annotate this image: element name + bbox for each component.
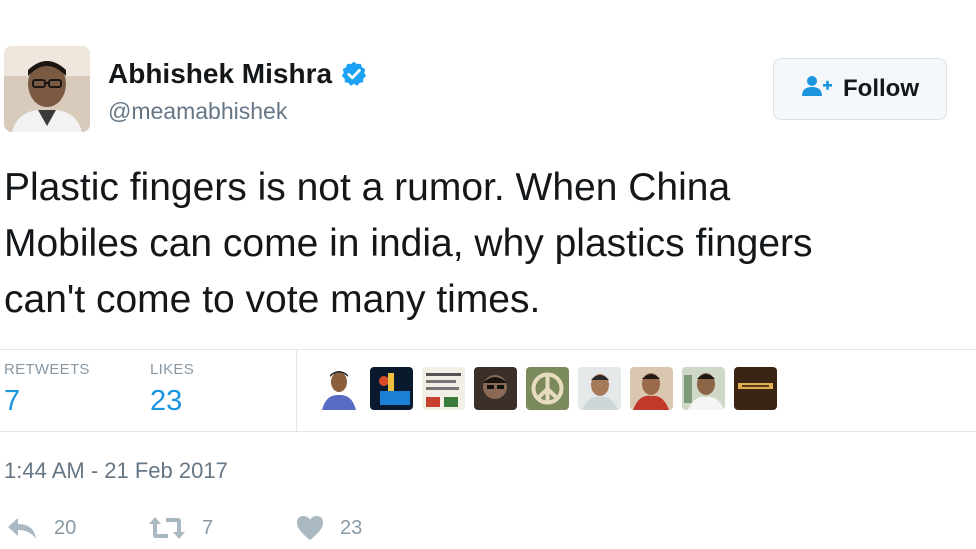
- reply-action[interactable]: 20: [6, 515, 76, 541]
- liker-avatar[interactable]: [370, 367, 413, 410]
- reply-count: 20: [54, 516, 77, 539]
- liker-avatar[interactable]: [474, 367, 517, 410]
- liker-avatar[interactable]: [578, 367, 621, 410]
- liker-avatar[interactable]: [318, 367, 361, 410]
- divider: [0, 349, 976, 350]
- user-handle[interactable]: @meamabhishek: [108, 98, 287, 125]
- retweet-count: 7: [202, 516, 214, 539]
- divider: [296, 349, 297, 431]
- likes-label: LIKES: [150, 361, 195, 378]
- retweet-icon: [148, 515, 186, 541]
- tweet-text-line: Mobiles can come in india, why plastics …: [4, 222, 813, 265]
- liker-avatar[interactable]: [682, 367, 725, 410]
- avatar-image: [4, 46, 90, 132]
- retweets-count[interactable]: 7: [4, 385, 20, 418]
- display-name-text: Abhishek Mishra: [108, 58, 333, 89]
- tweet-text-line: Plastic fingers is not a rumor. When Chi…: [4, 166, 731, 209]
- add-user-icon: [801, 74, 833, 105]
- avatar[interactable]: [4, 46, 90, 132]
- liker-avatars: [318, 367, 777, 410]
- reply-icon: [6, 515, 38, 541]
- timestamp[interactable]: 1:44 AM - 21 Feb 2017: [4, 458, 228, 484]
- liker-avatar[interactable]: [526, 367, 569, 410]
- display-name[interactable]: Abhishek Mishra: [108, 58, 368, 90]
- follow-button-label: Follow: [843, 75, 919, 102]
- like-count: 23: [340, 516, 363, 539]
- liker-avatar[interactable]: [422, 367, 465, 410]
- likes-count[interactable]: 23: [150, 385, 182, 418]
- tweet-text: Plastic fingers is not a rumor. When Chi…: [4, 160, 976, 328]
- liker-avatar[interactable]: [630, 367, 673, 410]
- retweets-label: RETWEETS: [4, 361, 90, 378]
- retweet-action[interactable]: 7: [148, 515, 213, 541]
- follow-button[interactable]: Follow: [773, 58, 947, 120]
- tweet-text-line: can't come to vote many times.: [4, 278, 541, 321]
- divider: [0, 431, 976, 432]
- verified-badge-icon: [340, 60, 368, 88]
- heart-icon: [296, 515, 324, 541]
- like-action[interactable]: 23: [296, 515, 362, 541]
- liker-avatar[interactable]: [734, 367, 777, 410]
